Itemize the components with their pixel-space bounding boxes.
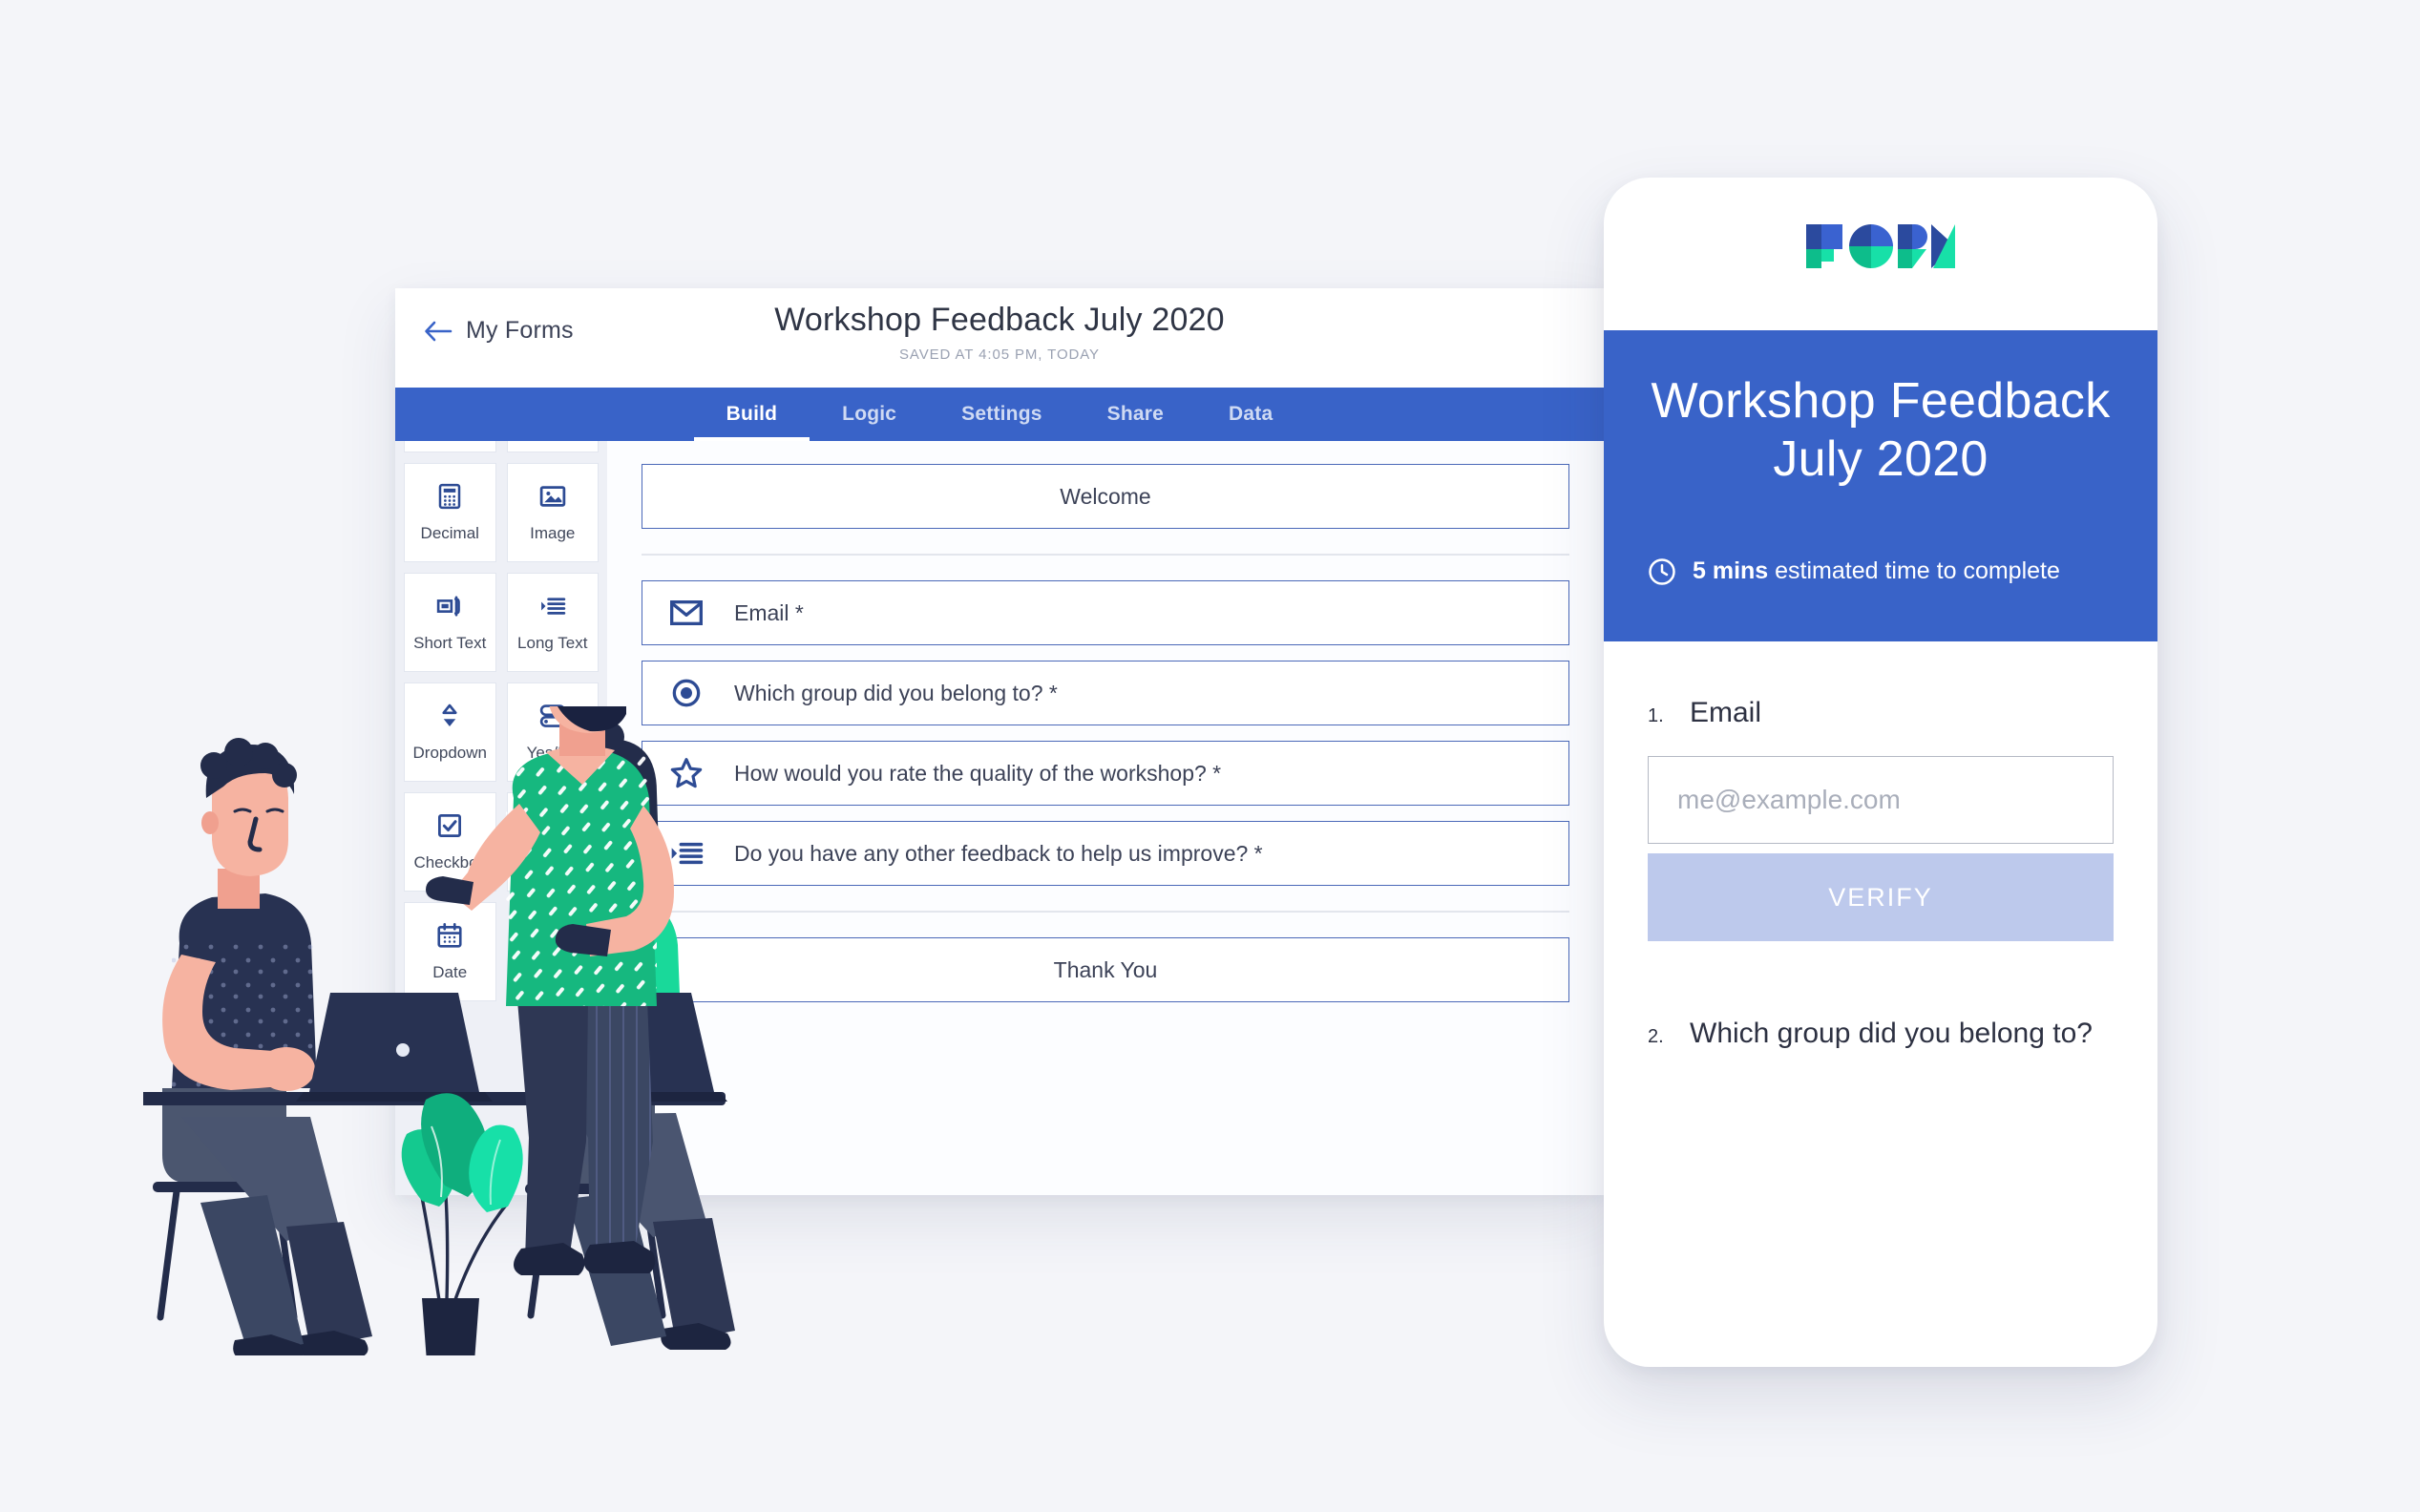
form-builder-window: My Forms Workshop Feedback July 2020 SAV… (395, 288, 1604, 1195)
field-label: Which group did you belong to? * (734, 680, 1058, 705)
estimated-time-value: 5 mins (1693, 557, 1769, 585)
tab-logic[interactable]: Logic (810, 388, 929, 441)
palette-tile-dropdown[interactable]: Dropdown (404, 682, 496, 782)
envelope-icon (669, 599, 703, 626)
palette-tile-clipped-left[interactable] (404, 441, 496, 452)
builder-title-block: Workshop Feedback July 2020 SAVED AT 4:0… (395, 302, 1604, 363)
palette-tile-label: Yes/No (526, 744, 579, 762)
field-label: How would you rate the quality of the wo… (734, 760, 1222, 786)
question-2-header: 2. Which group did you belong to? (1648, 1016, 2114, 1052)
welcome-row-wrap: Welcome (607, 464, 1604, 529)
palette-tile-yes-no[interactable]: Yes/No (506, 682, 599, 782)
palette-tile-label: Image (530, 524, 576, 542)
form-row-rating[interactable]: How would you rate the quality of the wo… (642, 741, 1569, 806)
illustration-seated-man (153, 738, 372, 1355)
radio-icon (672, 679, 701, 707)
field-type-palette: Decimal Image Short Text Long Text Dropd… (395, 441, 607, 1195)
image-icon (539, 486, 565, 507)
page-title: Workshop Feedback July 2020 (774, 302, 1225, 338)
toggle-icon (539, 704, 565, 727)
screenshot-root: My Forms Workshop Feedback July 2020 SAV… (0, 0, 2420, 1512)
palette-tile-label: Radio (531, 853, 574, 872)
short-text-icon (437, 596, 461, 617)
thank-you-label: Thank You (1053, 956, 1158, 982)
palette-tile-decimal[interactable]: Decimal (404, 463, 496, 562)
form-row-feedback[interactable]: Do you have any other feedback to help u… (642, 821, 1569, 886)
estimated-time-suffix: estimated time to complete (1768, 557, 2060, 585)
palette-tile-long-text[interactable]: Long Text (506, 573, 599, 672)
builder-header: My Forms Workshop Feedback July 2020 SAV… (395, 288, 1604, 388)
field-label: Do you have any other feedback to help u… (734, 840, 1263, 866)
palette-tile-label: Dropdown (412, 744, 488, 762)
tab-share[interactable]: Share (1075, 388, 1196, 441)
form-row-group[interactable]: Which group did you belong to? * (642, 661, 1569, 725)
form-preview-body: 1. Email VERIFY 2. Which group did you b… (1604, 641, 2157, 1053)
verify-button[interactable]: VERIFY (1648, 853, 2114, 942)
form-row-thank-you[interactable]: Thank You (642, 937, 1569, 1002)
palette-tile-short-text[interactable]: Short Text (404, 573, 496, 672)
question-text: Email (1690, 696, 1762, 728)
canvas-divider-top (642, 554, 1569, 556)
palette-tile-label: Short Text (413, 634, 487, 652)
star-icon (670, 758, 703, 788)
field-label: Email * (734, 599, 804, 625)
question-number: 2. (1648, 1026, 1664, 1048)
form-row-welcome[interactable]: Welcome (642, 464, 1569, 529)
long-text-icon (671, 842, 704, 865)
saved-status: SAVED AT 4:05 PM, TODAY (899, 346, 1100, 363)
long-text-icon (540, 598, 565, 615)
palette-tile-image[interactable]: Image (506, 463, 599, 562)
question-text: Which group did you belong to? (1690, 1018, 2093, 1050)
thank-you-row-wrap: Thank You (607, 937, 1604, 1002)
palette-tile-date[interactable]: Date (404, 902, 496, 1001)
tab-settings[interactable]: Settings (929, 388, 1074, 441)
preview-question-1: 1. Email VERIFY (1648, 695, 2114, 942)
palette-tile-label: Date (432, 963, 468, 981)
canvas-divider-bottom (642, 911, 1569, 913)
preview-question-2: 2. Which group did you belong to? (1648, 1016, 2114, 1052)
form-logo (1604, 178, 2157, 330)
palette-tile-checkbox[interactable]: Checkbox (404, 792, 496, 892)
palette-tile-label: Long Text (517, 634, 588, 652)
form-hero-title: Workshop Feedback July 2020 (1651, 373, 2111, 487)
calendar-icon (437, 922, 462, 948)
palette-tile-clipped-right[interactable] (506, 441, 599, 452)
question-1-header: 1. Email (1648, 695, 2114, 731)
dropdown-icon (442, 704, 457, 726)
clock-icon (1649, 557, 1675, 585)
welcome-label: Welcome (1060, 483, 1151, 509)
form-hero-banner: Workshop Feedback July 2020 5 mins estim… (1604, 330, 2157, 641)
calculator-icon (439, 483, 461, 510)
form-preview-phone: Workshop Feedback July 2020 5 mins estim… (1604, 178, 2157, 1367)
email-input[interactable] (1648, 756, 2114, 845)
question-number: 1. (1648, 704, 1664, 726)
radio-icon (540, 813, 564, 838)
palette-tile-radio[interactable]: Radio (506, 792, 599, 892)
tab-build[interactable]: Build (693, 388, 810, 441)
palette-tile-label: Decimal (420, 524, 479, 542)
checkbox-icon (438, 814, 462, 837)
tab-data[interactable]: Data (1196, 388, 1305, 441)
estimated-time-text: 5 mins estimated time to complete (1693, 557, 2060, 585)
form-canvas: Welcome Email * Which group did you belo… (607, 441, 1604, 1195)
palette-tile-label: Checkbox (413, 853, 487, 872)
builder-tabbar: Build Logic Settings Share Data (395, 388, 1604, 441)
form-row-email[interactable]: Email * (642, 580, 1569, 645)
palette-grid: Decimal Image Short Text Long Text Dropd… (404, 441, 599, 1001)
builder-body: Decimal Image Short Text Long Text Dropd… (395, 441, 1604, 1195)
estimated-time-row: 5 mins estimated time to complete (1648, 557, 2114, 586)
field-rows: Email * Which group did you belong to? * (607, 580, 1604, 886)
form-wordmark-logo (1806, 224, 1955, 268)
